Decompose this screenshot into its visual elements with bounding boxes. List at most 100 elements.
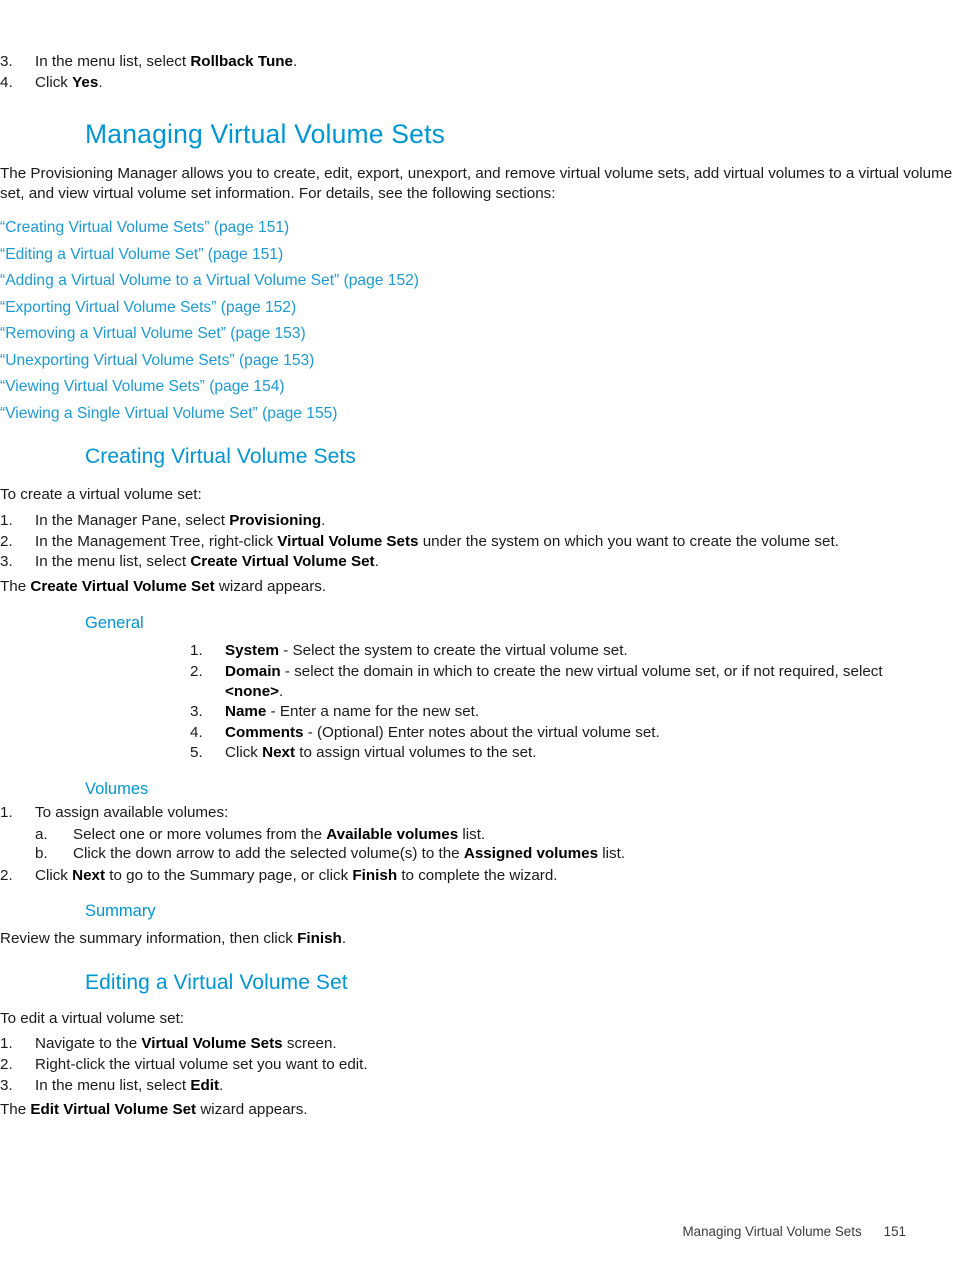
list-item: 4. Click Yes. — [0, 73, 954, 93]
xref-page: (page 154) — [209, 378, 285, 396]
xref-page: (page 155) — [262, 404, 338, 422]
list-text-pre: Click — [225, 744, 263, 762]
list-item: “Viewing Virtual Volume Sets” (page 154) — [0, 374, 954, 401]
list-term-bold: Next — [262, 744, 296, 762]
list-marker: b. — [35, 845, 48, 863]
xref-link-adding-a-virtual-volume-to-a-virtual-volume-set[interactable]: “Adding a Virtual Volume to a Virtual Vo… — [0, 272, 419, 289]
creating-step-list: 1. In the Manager Pane, select Provision… — [0, 511, 954, 572]
volumes-substep-list: a. Select one or more volumes from the A… — [35, 825, 954, 864]
xref-page: (page 153) — [230, 325, 306, 343]
heading-editing-a-virtual-volume-set: Editing a Virtual Volume Set — [85, 970, 348, 994]
list-text-post: under the system on which you want to cr… — [418, 532, 839, 550]
list-text-mid: to go to the Summary page, or click — [105, 866, 353, 884]
list-text-post: . — [374, 553, 379, 571]
xref-link-unexporting-virtual-volume-sets[interactable]: “Unexporting Virtual Volume Sets” (page … — [0, 352, 314, 369]
list-marker: 1. — [190, 642, 203, 660]
list-item: a. Select one or more volumes from the A… — [35, 825, 954, 845]
heading-creating-virtual-volume-sets: Creating Virtual Volume Sets — [85, 445, 356, 469]
list-text-2: . — [279, 682, 284, 700]
list-text-pre: In the Manager Pane, select — [35, 511, 230, 529]
list-marker: 3. — [0, 1076, 13, 1094]
list-item: 1. Navigate to the Virtual Volume Sets s… — [0, 1034, 954, 1054]
list-item: 2. Right-click the virtual volume set yo… — [0, 1055, 954, 1075]
list-text-post: to complete the wizard. — [397, 866, 558, 884]
editing-step-list: 1. Navigate to the Virtual Volume Sets s… — [0, 1034, 954, 1095]
list-marker: 2. — [190, 662, 203, 680]
xref-link-editing-a-virtual-volume-set[interactable]: “Editing a Virtual Volume Set” (page 151… — [0, 246, 283, 263]
list-item: 3. In the menu list, select Edit. — [0, 1076, 954, 1096]
xref-page: (page 151) — [213, 219, 290, 237]
list-marker: 4. — [190, 723, 203, 741]
list-marker: 2. — [0, 532, 13, 550]
closing-bold: Create Virtual Volume Set — [30, 577, 215, 595]
list-marker: 2. — [0, 1056, 13, 1074]
heading-managing-virtual-volume-sets: Managing Virtual Volume Sets — [85, 119, 446, 150]
xref-title: “Viewing Virtual Volume Sets” — [0, 378, 205, 396]
list-marker: 3. — [0, 53, 13, 70]
list-text-pre: Select one or more volumes from the — [73, 825, 327, 843]
list-text-pre: Click — [35, 73, 73, 91]
list-term-bold: Domain — [225, 662, 281, 680]
document-page: 3. In the menu list, select Rollback Tun… — [0, 0, 954, 1271]
managing-intro-paragraph: The Provisioning Manager allows you to c… — [0, 165, 953, 202]
list-text: To assign available volumes: — [35, 803, 229, 821]
list-item: 3. In the menu list, select Rollback Tun… — [0, 52, 954, 72]
editing-closing-text: The Edit Virtual Volume Set wizard appea… — [0, 1100, 954, 1120]
list-text-pre: In the menu list, select — [35, 53, 191, 70]
xref-title: “Viewing a Single Virtual Volume Set” — [0, 404, 258, 422]
xref-title: “Creating Virtual Volume Sets” — [0, 219, 210, 237]
summary-bold: Finish — [297, 930, 342, 948]
list-item: 5. Click Next to assign virtual volumes … — [190, 743, 906, 763]
list-term-bold: Comments — [225, 723, 304, 741]
creating-lead-text: To create a virtual volume set: — [0, 486, 202, 504]
list-text-post: list. — [598, 845, 626, 863]
xref-link-viewing-virtual-volume-sets[interactable]: “Viewing Virtual Volume Sets” (page 154) — [0, 378, 285, 395]
list-marker: 1. — [0, 1035, 13, 1053]
list-text-bold: Rollback Tune — [190, 53, 293, 70]
xref-link-creating-virtual-volume-sets[interactable]: “Creating Virtual Volume Sets” (page 151… — [0, 219, 289, 236]
cross-reference-link-list: “Creating Virtual Volume Sets” (page 151… — [0, 215, 954, 427]
list-text-bold: Create Virtual Volume Set — [190, 553, 375, 571]
list-marker: 1. — [0, 511, 13, 529]
list-text-post: . — [321, 511, 326, 529]
list-marker: 2. — [0, 866, 13, 884]
heading-summary: Summary — [85, 902, 156, 921]
list-text: - (Optional) Enter notes about the virtu… — [303, 723, 660, 741]
xref-title: “Exporting Virtual Volume Sets” — [0, 298, 217, 316]
creating-closing-text: The Create Virtual Volume Set wizard app… — [0, 577, 954, 597]
list-marker: 3. — [0, 553, 13, 571]
list-text-bold: Assigned volumes — [463, 845, 599, 863]
list-item: 3. In the menu list, select Create Virtu… — [0, 552, 954, 572]
list-text-bold: Provisioning — [229, 511, 322, 529]
list-text-pre: Right-click the virtual volume set you w… — [35, 1056, 368, 1074]
editing-lead-text: To edit a virtual volume set: — [0, 1009, 185, 1027]
footer-chapter-title: Managing Virtual Volume Sets — [682, 1224, 862, 1239]
list-item: “Editing a Virtual Volume Set” (page 151… — [0, 242, 954, 269]
list-text-pre: In the menu list, select — [35, 553, 191, 571]
list-text-post: . — [293, 53, 298, 70]
list-item: b. Click the down arrow to add the selec… — [35, 844, 954, 864]
xref-link-removing-a-virtual-volume-set[interactable]: “Removing a Virtual Volume Set” (page 15… — [0, 325, 306, 342]
list-item: 1. In the Manager Pane, select Provision… — [0, 511, 954, 531]
list-item: 2. In the Management Tree, right-click V… — [0, 532, 954, 552]
summary-pre: Review the summary information, then cli… — [0, 930, 298, 948]
summary-post: . — [341, 930, 347, 948]
list-text-pre: In the Management Tree, right-click — [35, 532, 278, 550]
list-text-pre: In the menu list, select — [35, 1076, 191, 1094]
xref-link-viewing-a-single-virtual-volume-set[interactable]: “Viewing a Single Virtual Volume Set” (p… — [0, 405, 338, 422]
list-item: 3. Name - Enter a name for the new set. — [190, 702, 906, 722]
xref-page: (page 152) — [220, 298, 297, 316]
xref-link-exporting-virtual-volume-sets[interactable]: “Exporting Virtual Volume Sets” (page 15… — [0, 299, 296, 316]
heading-volumes: Volumes — [85, 779, 149, 798]
continued-step-list: 3. In the menu list, select Rollback Tun… — [0, 52, 954, 92]
list-text-pre: Click — [35, 866, 73, 884]
closing-pre: The — [0, 1101, 31, 1119]
list-text-post: . — [98, 73, 103, 91]
list-text: - select the domain in which to create t… — [280, 662, 883, 680]
list-text-bold: Yes — [72, 73, 99, 91]
list-item: 1. To assign available volumes: a. Selec… — [0, 803, 954, 864]
list-text-post: list. — [458, 825, 486, 843]
list-text-bold-1: Next — [72, 866, 106, 884]
list-text-pre: Navigate to the — [35, 1035, 142, 1053]
list-marker: 5. — [190, 744, 203, 762]
